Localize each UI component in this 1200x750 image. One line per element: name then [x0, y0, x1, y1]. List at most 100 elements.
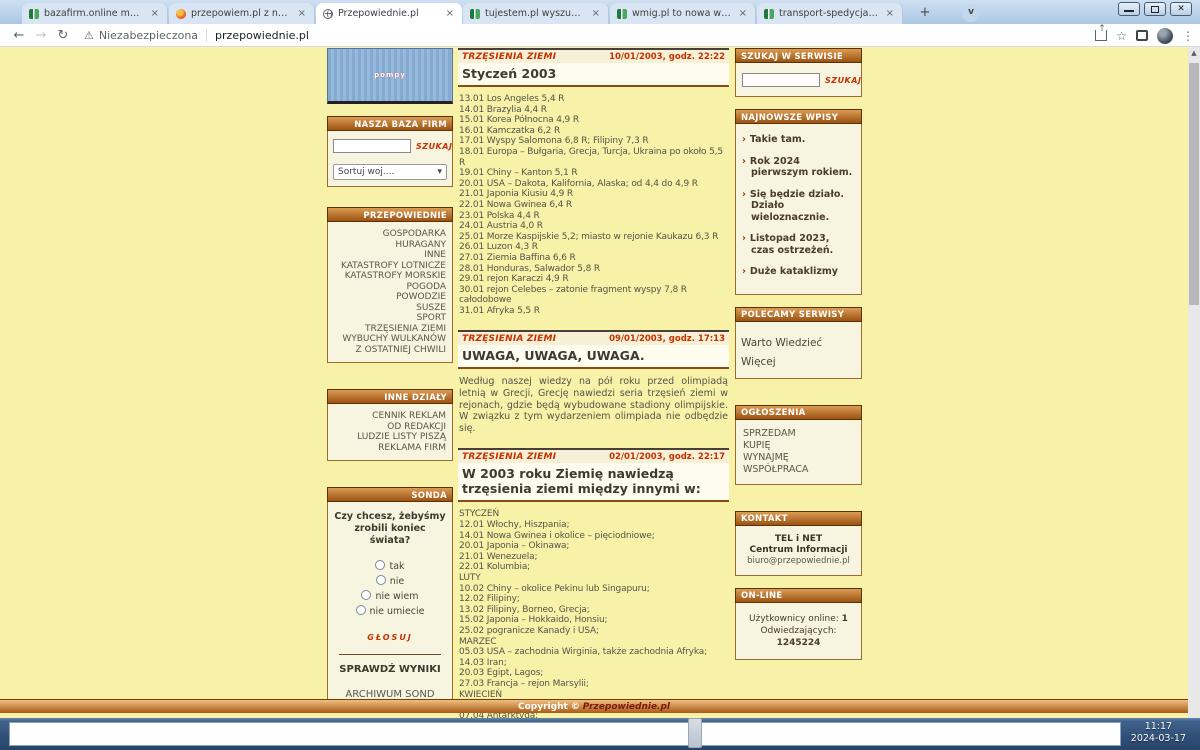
category-link[interactable]: KATASTROFY LOTNICZE [334, 261, 446, 272]
category-link[interactable]: INNE [334, 250, 446, 261]
forecast-entry: 14.03 Iran; [459, 658, 728, 669]
article-category[interactable]: TRZĘSIENIA ZIEMI [462, 334, 556, 344]
category-link[interactable]: POGODA [334, 282, 446, 293]
category-link[interactable]: KATASTROFY MORSKIE [334, 271, 446, 282]
tab-bazafirm[interactable]: bazafirm.online masz firmę kup w × [22, 3, 168, 24]
clock-date: 2024-03-17 [1131, 733, 1186, 745]
firm-search-input[interactable] [333, 139, 411, 153]
tab-przepowiem[interactable]: przepowiem.pl z nami jesteś znan × [169, 3, 315, 24]
latest-post-link[interactable]: Duże kataklizmy [742, 266, 855, 278]
close-icon[interactable]: × [297, 8, 307, 19]
security-label: Niezabezpieczona [99, 29, 206, 42]
taskbar-clock[interactable]: 11:17 2024-03-17 [1131, 721, 1186, 745]
tab-wmig[interactable]: wmig.pl to nowa wyszukiwarka fi × [610, 3, 756, 24]
browser-tabstrip: bazafirm.online masz firmę kup w × przep… [0, 0, 1200, 24]
inne-dzialy-header: INNE DZIAŁY [327, 389, 453, 404]
restore-button[interactable] [1144, 2, 1166, 16]
classifieds-list: SPRZEDAMKUPIĘWYNAJMĘWSPÓŁPRACA [735, 420, 862, 485]
earthquake-entry: 19.01 Chiny – Kanton 5,1 R [459, 168, 728, 179]
recommended-link[interactable]: Warto Wiedzieć Więcej [741, 337, 822, 368]
scrollbar-thumb[interactable] [1189, 63, 1199, 305]
category-link[interactable]: GOSPODARKA [334, 229, 446, 240]
check-results-link[interactable]: SPRAWDŹ WYNIKI [333, 664, 447, 675]
poll-radio-option[interactable]: tak [333, 559, 447, 574]
restore-icon [1151, 6, 1159, 13]
new-tab-button[interactable]: + [916, 4, 934, 22]
category-link[interactable]: HURAGANY [334, 240, 446, 251]
visits-value: 1245224 [777, 638, 821, 648]
bookmark-star-icon[interactable]: ☆ [1116, 29, 1127, 43]
share-icon[interactable] [1095, 30, 1107, 41]
minimize-button[interactable] [1118, 2, 1140, 16]
close-icon[interactable]: × [150, 8, 160, 19]
article-category[interactable]: TRZĘSIENIA ZIEMI [462, 52, 556, 62]
classified-link[interactable]: WSPÓŁPRACA [743, 464, 854, 476]
latest-post-link[interactable]: Takie tam. [742, 134, 855, 146]
category-link[interactable]: SPORT [334, 313, 446, 324]
article-date: 09/01/2003, godz. 17:13 [609, 334, 725, 344]
poll-radio-option[interactable]: nie umiecie [333, 604, 447, 619]
classified-link[interactable]: SPRZEDAM [743, 428, 854, 440]
firm-search-button[interactable]: SZUKAJ [416, 142, 452, 151]
address-bar[interactable]: ⚠ Niezabezpieczona przepowiednie.pl [84, 29, 309, 42]
scroll-up-icon[interactable]: ▲ [1188, 47, 1200, 60]
category-link[interactable]: POWODZIE [334, 292, 446, 303]
classified-link[interactable]: KUPIĘ [743, 440, 854, 452]
classified-link[interactable]: WYNAJMĘ [743, 452, 854, 464]
site-search-input[interactable] [742, 73, 820, 87]
article-category[interactable]: TRZĘSIENIA ZIEMI [462, 452, 556, 462]
contact-email-link[interactable]: biuro@przepowiednie.pl [740, 556, 857, 567]
back-icon[interactable]: ← [8, 28, 30, 43]
earthquake-entry: 21.01 Japonia Kiusiu 4,9 R [459, 189, 728, 200]
section-link[interactable]: CENNIK REKLAM [334, 411, 446, 422]
side-panel-icon[interactable] [1136, 30, 1148, 41]
copyright-site-link[interactable]: Przepowiednie.pl [583, 702, 670, 712]
site-search-button[interactable]: SZUKAJ [825, 76, 861, 85]
latest-post-link[interactable]: Listopad 2023, czas ostrzeżeń. [742, 233, 855, 256]
section-link[interactable]: REKLAMA FIRM [334, 443, 446, 454]
select-value: Sortuj woj.... [338, 167, 394, 177]
profile-avatar[interactable] [1157, 28, 1173, 44]
close-icon[interactable]: × [885, 8, 895, 19]
category-link[interactable]: SUSZE [334, 303, 446, 314]
voivodeship-select[interactable]: Sortuj woj.... ▾ [333, 164, 447, 180]
taskbar-window-button[interactable] [9, 722, 1121, 746]
site-footer: Copyright © Przepowiednie.pl [0, 699, 1188, 713]
page-scrollbar[interactable]: ▲ [1188, 47, 1200, 718]
taskbar-handle[interactable] [688, 718, 702, 748]
right-sidebar: SZUKAJ W SERWISIE SZUKAJ NAJNOWSZE WPISY… [735, 48, 862, 660]
baza-firm-box: SZUKAJ Sortuj woj.... ▾ [327, 131, 453, 187]
green-site-icon [29, 9, 39, 19]
close-window-button[interactable]: ✕ [1170, 2, 1192, 16]
tab-transport[interactable]: transport-spedycja.online strona × [757, 3, 903, 24]
earthquake-entry: 26.01 Luzon 4,3 R [459, 242, 728, 253]
tab-list: bazafirm.online masz firmę kup w × przep… [22, 3, 904, 24]
latest-post-link[interactable]: Się będzie działo. Działo wieloznacznie. [742, 189, 855, 224]
category-link[interactable]: Z OSTATNIEJ CHWILI [334, 345, 446, 356]
vote-button[interactable]: GŁOSUJ [333, 633, 447, 642]
recommended-box: Warto Wiedzieć Więcej [735, 322, 862, 379]
ad-banner[interactable]: pompy [327, 48, 453, 104]
sonda-header: SONDA [327, 487, 453, 502]
article-styczen-2003: TRZĘSIENIA ZIEMI 10/01/2003, godz. 22:22… [458, 48, 729, 318]
category-link[interactable]: WYBUCHY WULKANÓW [334, 334, 446, 345]
latest-post-link[interactable]: Rok 2024 pierwszym rokiem. [742, 156, 855, 179]
tab-title: tujestem.pl wyszukiwarka naj [485, 8, 586, 19]
minimize-icon [1124, 10, 1134, 12]
tab-search-chevron-icon[interactable]: v [962, 4, 980, 22]
earthquake-entry: 17.01 Wyspy Salomona 6,8 R; Filipiny 7,3… [459, 136, 728, 147]
section-link[interactable]: OD REDAKCJI [334, 422, 446, 433]
poll-radio-option[interactable]: nie [333, 574, 447, 589]
poll-question: Czy chcesz, żebyśmy zrobili koniec świat… [333, 511, 447, 547]
category-link[interactable]: TRZĘSIENIA ZIEMI [334, 324, 446, 335]
browser-menu-icon[interactable]: ⋮ [1182, 29, 1194, 43]
forward-icon[interactable]: → [30, 28, 52, 43]
close-icon[interactable]: × [445, 8, 455, 19]
poll-radio-option[interactable]: nie wiem [333, 589, 447, 604]
section-link[interactable]: LUDZIE LISTY PISZĄ [334, 432, 446, 443]
tab-tujestem[interactable]: tujestem.pl wyszukiwarka naj × [463, 3, 609, 24]
tab-przepowiednie-active[interactable]: Przepowiednie.pl × [316, 3, 462, 24]
reload-icon[interactable]: ↻ [52, 28, 74, 43]
close-icon[interactable]: × [591, 8, 601, 19]
close-icon[interactable]: × [738, 8, 748, 19]
